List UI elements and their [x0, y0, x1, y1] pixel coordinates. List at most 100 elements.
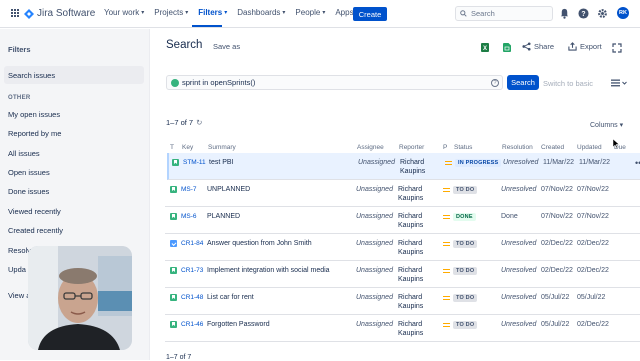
- user-avatar[interactable]: RK: [617, 7, 629, 19]
- updated-date: 02/Dec/22: [577, 267, 609, 274]
- sidebar-item-created-recently[interactable]: Created recently: [8, 226, 63, 235]
- created-date: 07/Nov/22: [541, 186, 573, 193]
- save-as-button[interactable]: Save as: [213, 42, 240, 51]
- status-badge[interactable]: TO DO: [453, 186, 478, 194]
- table-row[interactable]: MS-6 PLANNED Unassigned Richard Kaupins …: [165, 207, 640, 234]
- presenter-face-image: [28, 246, 132, 350]
- google-sheets-icon[interactable]: [503, 43, 511, 52]
- status-badge[interactable]: TO DO: [453, 267, 478, 275]
- header-summary[interactable]: Summary: [208, 144, 236, 151]
- priority-medium-icon: [443, 215, 450, 219]
- app-switcher-icon[interactable]: [11, 9, 20, 18]
- list-view-icon[interactable]: [611, 79, 627, 87]
- table-row[interactable]: STM-11 test PBI Unassigned Richard Kaupi…: [167, 153, 640, 180]
- updated-date: 11/Mar/22: [579, 159, 610, 166]
- nav-projects[interactable]: Projects ▾: [154, 8, 188, 17]
- header-key[interactable]: Key: [182, 144, 193, 151]
- issue-summary-link[interactable]: test PBI: [209, 159, 234, 166]
- header-priority[interactable]: P: [443, 144, 447, 151]
- resolution: Unresolved: [501, 321, 537, 328]
- reporter-surname: Kaupins: [398, 276, 424, 283]
- nav-filters[interactable]: Filters ▾: [198, 8, 227, 17]
- issue-key-link[interactable]: CR1-84: [181, 240, 203, 247]
- issue-key-link[interactable]: STM-11: [183, 159, 206, 166]
- issue-summary-link[interactable]: Implement integration with social media: [207, 267, 330, 274]
- task-icon: [170, 240, 177, 247]
- issue-summary-link[interactable]: UNPLANNED: [207, 186, 250, 193]
- reporter-surname: Kaupins: [398, 195, 424, 202]
- nav-dashboards[interactable]: Dashboards ▾: [237, 8, 285, 17]
- sidebar-item-search-issues[interactable]: Search issues: [4, 66, 144, 84]
- jql-help-icon[interactable]: ?: [491, 79, 499, 87]
- chevron-down-icon: ▾: [224, 10, 228, 16]
- more-actions-icon[interactable]: •••: [635, 158, 640, 168]
- issue-summary-link[interactable]: Forgotten Password: [207, 321, 270, 328]
- search-button[interactable]: Search: [507, 75, 539, 90]
- create-button[interactable]: Create: [353, 7, 387, 21]
- story-icon: [170, 186, 177, 193]
- resolution: Done: [501, 213, 518, 220]
- table-row[interactable]: CR1-46 Forgotten Password Unassigned Ric…: [165, 315, 640, 342]
- sidebar-item-all-issues[interactable]: All issues: [8, 149, 40, 158]
- sidebar-item-reported-by-me[interactable]: Reported by me: [8, 129, 61, 138]
- header-assignee[interactable]: Assignee: [357, 144, 384, 151]
- refresh-icon[interactable]: ↻: [196, 118, 202, 127]
- sidebar-item-updated-recently[interactable]: Upda: [8, 265, 26, 274]
- created-date: 11/Mar/22: [543, 159, 574, 166]
- reporter: Richard: [400, 159, 425, 166]
- nav-your-work[interactable]: Your work ▾: [104, 8, 144, 17]
- expand-icon[interactable]: [612, 43, 622, 53]
- excel-icon[interactable]: X: [481, 43, 489, 52]
- status-badge[interactable]: IN PROGRESS: [455, 159, 502, 167]
- status-badge[interactable]: TO DO: [453, 294, 478, 302]
- issue-summary-link[interactable]: List car for rent: [207, 294, 254, 301]
- chevron-down-icon: ▾: [185, 10, 189, 16]
- switch-to-basic-link[interactable]: Switch to basic: [543, 79, 593, 88]
- table-row[interactable]: MS-7 UNPLANNED Unassigned Richard Kaupin…: [165, 180, 640, 207]
- sidebar-title: Filters: [8, 45, 31, 54]
- header-updated[interactable]: Updated: [577, 144, 602, 151]
- status-badge[interactable]: DONE: [453, 213, 476, 221]
- issue-key-link[interactable]: MS-7: [181, 186, 197, 193]
- header-status[interactable]: Status: [454, 144, 472, 151]
- reporter-surname: Kaupins: [400, 168, 426, 175]
- settings-gear-icon[interactable]: [597, 8, 608, 19]
- sidebar-item-viewed-recently[interactable]: Viewed recently: [8, 207, 61, 216]
- jira-logo[interactable]: Jira Software: [24, 8, 95, 19]
- table-row[interactable]: CR1-73 Implement integration with social…: [165, 261, 640, 288]
- priority-medium-icon: [443, 188, 450, 192]
- created-date: 02/Dec/22: [541, 267, 573, 274]
- table-row[interactable]: CR1-84 Answer question from John Smith U…: [165, 234, 640, 261]
- brand-name: Jira Software: [37, 8, 96, 19]
- header-created[interactable]: Created: [541, 144, 564, 151]
- issue-key-link[interactable]: MS-6: [181, 213, 197, 220]
- header-type[interactable]: T: [170, 144, 174, 151]
- jql-query-input[interactable]: sprint in openSprints() ?: [166, 75, 503, 90]
- issue-key-link[interactable]: CR1-46: [181, 321, 203, 328]
- story-icon: [172, 159, 179, 166]
- issue-key-link[interactable]: CR1-73: [181, 267, 203, 274]
- updated-date: 07/Nov/22: [577, 213, 609, 220]
- header-resolution[interactable]: Resolution: [502, 144, 533, 151]
- help-icon[interactable]: ?: [578, 8, 589, 19]
- nav-people[interactable]: People ▾: [295, 8, 325, 17]
- created-date: 07/Nov/22: [541, 213, 573, 220]
- assignee: Unassigned: [358, 159, 395, 166]
- status-badge[interactable]: TO DO: [453, 240, 478, 248]
- sidebar-item-open-issues[interactable]: Open issues: [8, 168, 50, 177]
- issue-summary-link[interactable]: PLANNED: [207, 213, 240, 220]
- sidebar-item-my-open-issues[interactable]: My open issues: [8, 110, 60, 119]
- assignee: Unassigned: [356, 267, 393, 274]
- status-badge[interactable]: TO DO: [453, 321, 478, 329]
- page-title: Search: [166, 39, 203, 51]
- export-button[interactable]: Export: [568, 42, 602, 51]
- issue-key-link[interactable]: CR1-48: [181, 294, 203, 301]
- share-button[interactable]: Share: [522, 42, 554, 51]
- global-search-input[interactable]: Search: [455, 6, 553, 21]
- issue-summary-link[interactable]: Answer question from John Smith: [207, 240, 312, 247]
- header-reporter[interactable]: Reporter: [399, 144, 424, 151]
- columns-button[interactable]: Columns ▾: [590, 121, 623, 129]
- table-row[interactable]: CR1-48 List car for rent Unassigned Rich…: [165, 288, 640, 315]
- notifications-icon[interactable]: [559, 8, 570, 19]
- sidebar-item-done-issues[interactable]: Done issues: [8, 187, 49, 196]
